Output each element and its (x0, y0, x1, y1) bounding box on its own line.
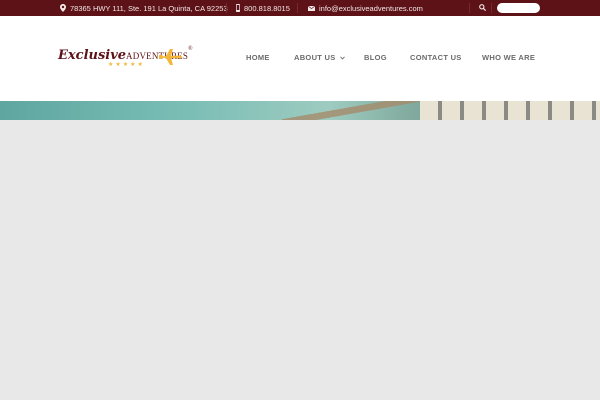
top-info-bar: 78365 HWY 111, Ste. 191 La Quinta, CA 92… (0, 0, 600, 16)
hero-deck (420, 101, 600, 120)
divider (226, 3, 227, 13)
language-selector[interactable] (497, 3, 540, 13)
hero-banner-image (0, 101, 600, 120)
nav-about-us[interactable]: ABOUT US (294, 53, 345, 62)
email-item[interactable]: info@exclusiveadventures.com (308, 0, 423, 16)
nav-who-we-are[interactable]: WHO WE ARE (482, 53, 535, 62)
site-header: ExclusiveADVENTURES® ★★★★★ HOME ABOUT US… (0, 16, 600, 101)
map-marker-icon (60, 4, 66, 12)
nav-about-us-label: ABOUT US (294, 53, 336, 62)
search-icon (478, 3, 486, 13)
nav-blog[interactable]: BLOG (364, 53, 387, 62)
mobile-phone-icon (236, 4, 240, 12)
divider (469, 3, 470, 13)
divider (491, 3, 492, 13)
envelope-icon (308, 5, 315, 11)
nav-home[interactable]: HOME (246, 53, 270, 62)
divider (297, 3, 298, 13)
main-content-area (0, 120, 600, 400)
email-text[interactable]: info@exclusiveadventures.com (319, 4, 423, 13)
main-nav: HOME ABOUT US BLOG CONTACT US WHO WE ARE (0, 16, 600, 101)
nav-contact-us[interactable]: CONTACT US (410, 53, 462, 62)
phone-item[interactable]: 800.818.8015 (236, 0, 290, 16)
address-item: 78365 HWY 111, Ste. 191 La Quinta, CA 92… (60, 0, 228, 16)
phone-text[interactable]: 800.818.8015 (244, 4, 290, 13)
hero-railing (282, 101, 432, 120)
address-text: 78365 HWY 111, Ste. 191 La Quinta, CA 92… (70, 3, 228, 13)
search-button[interactable] (474, 0, 490, 16)
chevron-down-icon (340, 53, 345, 62)
